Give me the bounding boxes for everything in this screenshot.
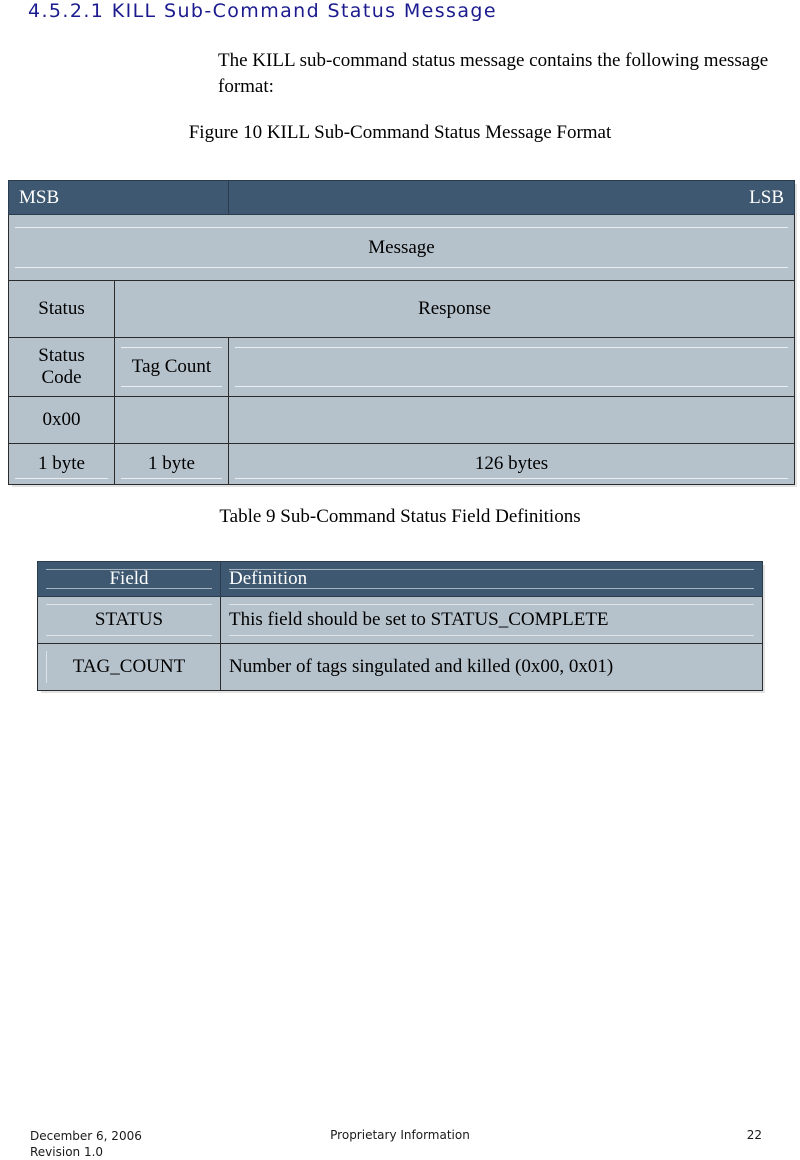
table-caption: Table 9 Sub-Command Status Field Definit… xyxy=(219,506,581,527)
table-row: STATUS This field should be set to STATU… xyxy=(37,596,763,644)
footer-page-number: 22 xyxy=(746,1128,762,1142)
column-header-field-label: Field xyxy=(109,568,149,589)
table-row-value: 0x00 xyxy=(8,396,795,444)
status-code-size: 1 byte xyxy=(8,443,115,485)
column-header-definition: Definition xyxy=(220,561,763,597)
footer-revision: Revision 1.0 xyxy=(30,1145,104,1159)
message-label: Message xyxy=(368,236,435,258)
column-header-definition-label: Definition xyxy=(229,568,308,589)
table-row-status-response: Status Response xyxy=(8,280,795,338)
message-cell: Message xyxy=(8,214,795,281)
payload-cell xyxy=(228,337,795,397)
field-definitions-table: Field Definition STATUS This field shoul… xyxy=(37,561,763,691)
table-header-row: Field Definition xyxy=(37,561,763,597)
payload-value xyxy=(228,396,795,444)
table-row-sizes: 1 byte 1 byte 126 bytes xyxy=(8,443,795,485)
cell-rule xyxy=(46,651,47,683)
cell-rule xyxy=(229,569,754,589)
tag-count-label: Tag Count xyxy=(131,356,212,377)
table-row: TAG_COUNT Number of tags singulated and … xyxy=(37,643,763,691)
table-row-status-code: Status Code Tag Count xyxy=(8,337,795,397)
cell-rule xyxy=(15,478,108,479)
tag-count-value xyxy=(113,396,230,444)
field-name-status: STATUS xyxy=(37,596,221,644)
lsb-label: LSB xyxy=(228,180,795,215)
figure-caption: Figure 10 KILL Sub-Command Status Messag… xyxy=(188,122,612,143)
column-header-field: Field xyxy=(37,561,221,597)
status-code-line2: Code xyxy=(41,367,82,388)
field-definition-status-label: This field should be set to STATUS_COMPL… xyxy=(229,609,609,630)
status-cell: Status xyxy=(8,280,115,338)
status-code-size-label: 1 byte xyxy=(38,453,85,474)
page-title: 4.5.2.1 KILL Sub-Command Status Message xyxy=(28,0,497,22)
payload-size-label: 126 bytes xyxy=(474,453,549,474)
body-paragraph: The KILL sub-command status message cont… xyxy=(218,50,769,97)
msb-label: MSB xyxy=(7,180,230,215)
status-code-cell: Status Code xyxy=(8,337,115,397)
footer-center-text: Proprietary Information xyxy=(330,1128,470,1142)
tag-count-size: 1 byte xyxy=(113,443,230,485)
table-row-msb-lsb: MSB LSB xyxy=(7,180,795,215)
cell-rule xyxy=(235,347,788,387)
field-definition-tag-count: Number of tags singulated and killed (0x… xyxy=(220,643,763,691)
field-definition-status: This field should be set to STATUS_COMPL… xyxy=(220,596,763,644)
field-name-tag-count-label: TAG_COUNT xyxy=(72,656,186,677)
cell-rule xyxy=(121,478,223,479)
cell-rule xyxy=(235,478,788,479)
table-row-message: Message xyxy=(8,214,795,281)
page-footer: December 6, 2006 Revision 1.0 Proprietar… xyxy=(0,1128,800,1160)
status-code-line1: Status xyxy=(38,345,85,366)
status-code-value: 0x00 xyxy=(8,396,115,444)
field-name-status-label: STATUS xyxy=(94,609,164,630)
tag-count-size-label: 1 byte xyxy=(148,453,195,474)
field-name-tag-count: TAG_COUNT xyxy=(37,643,221,691)
payload-size: 126 bytes xyxy=(228,443,795,485)
message-format-table: MSB LSB Message Status Response Status C… xyxy=(7,180,795,485)
field-definition-tag-count-label: Number of tags singulated and killed (0x… xyxy=(229,656,614,677)
response-cell: Response xyxy=(114,280,795,338)
tag-count-cell: Tag Count xyxy=(113,337,230,397)
